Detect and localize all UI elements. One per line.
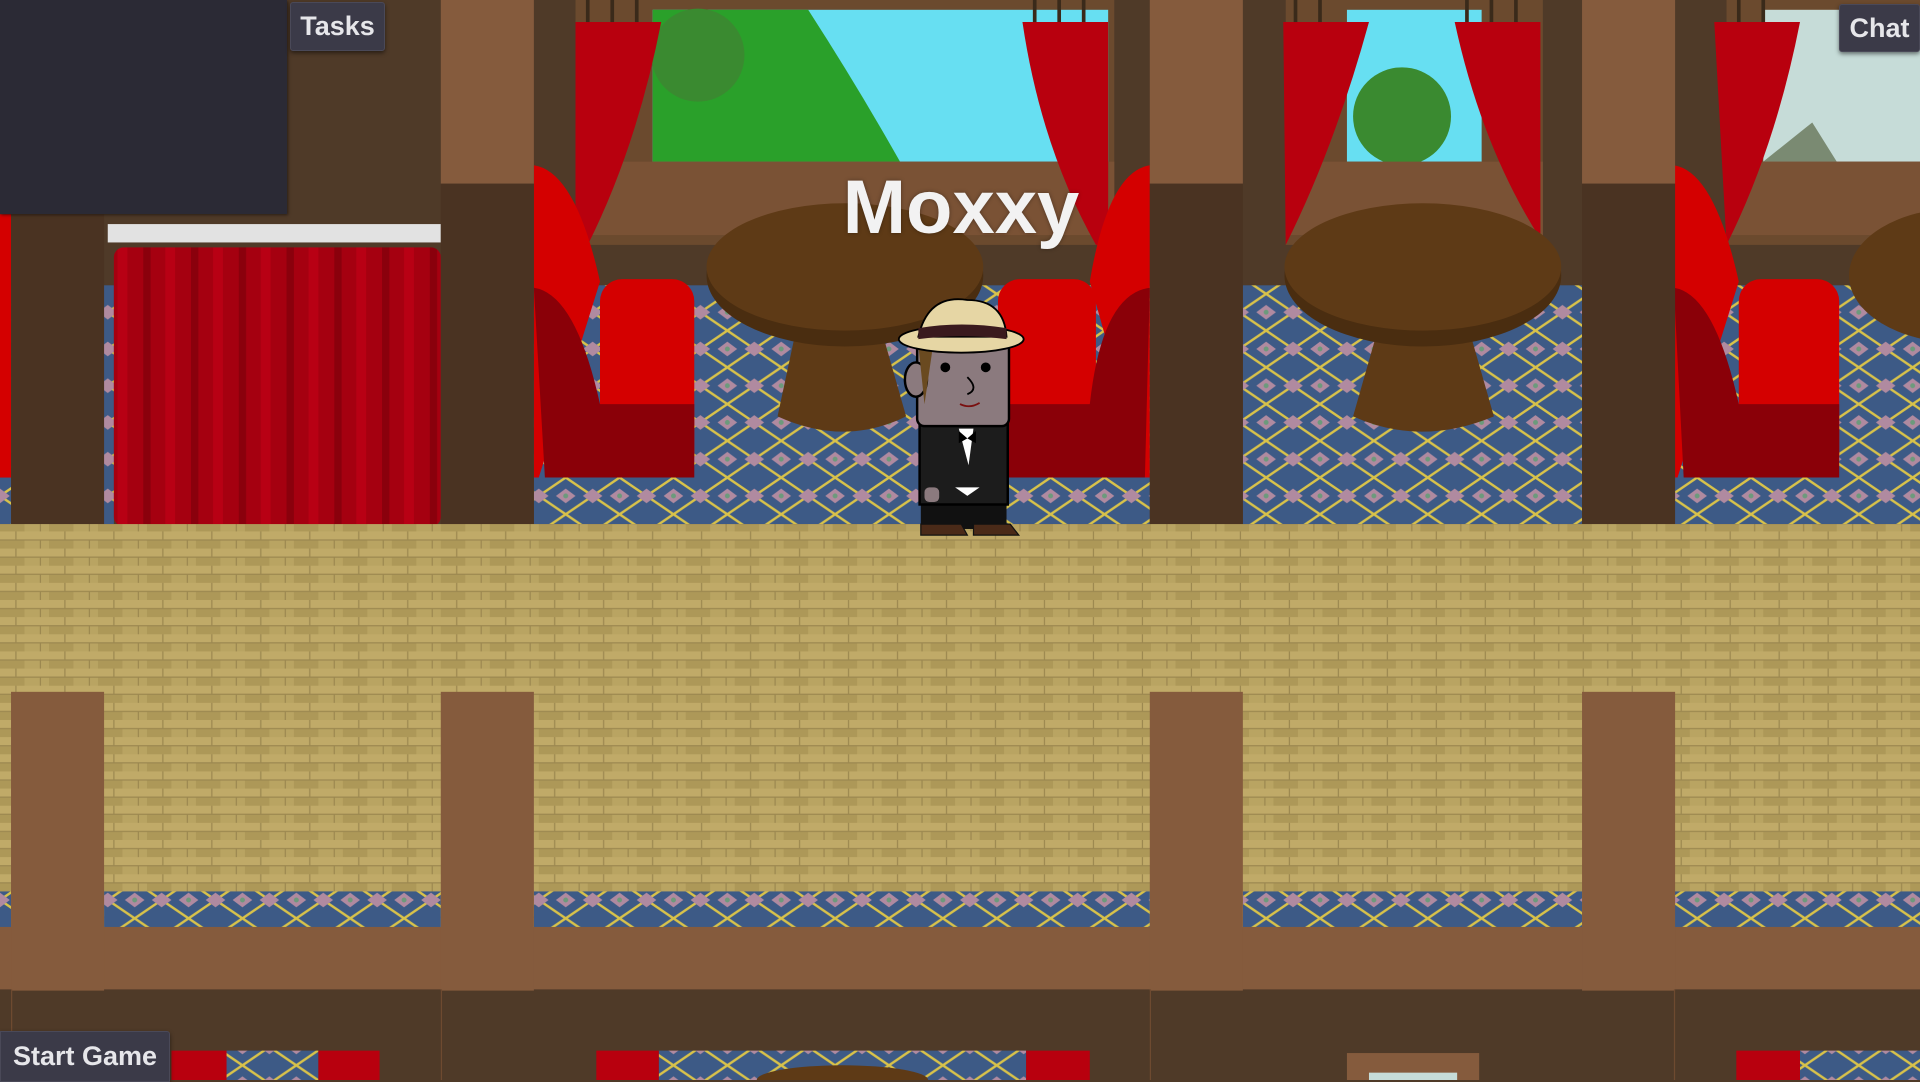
tasks-button[interactable]: Tasks — [290, 2, 385, 51]
start-game-button[interactable]: Start Game — [0, 1031, 170, 1082]
booth-curtain — [113, 247, 441, 527]
game-scene — [0, 0, 1920, 1080]
chat-button[interactable]: Chat — [1839, 4, 1920, 52]
player-name-label: Moxxy — [842, 165, 1080, 250]
curtain-rail — [107, 224, 441, 243]
minimap[interactable] — [0, 0, 287, 214]
